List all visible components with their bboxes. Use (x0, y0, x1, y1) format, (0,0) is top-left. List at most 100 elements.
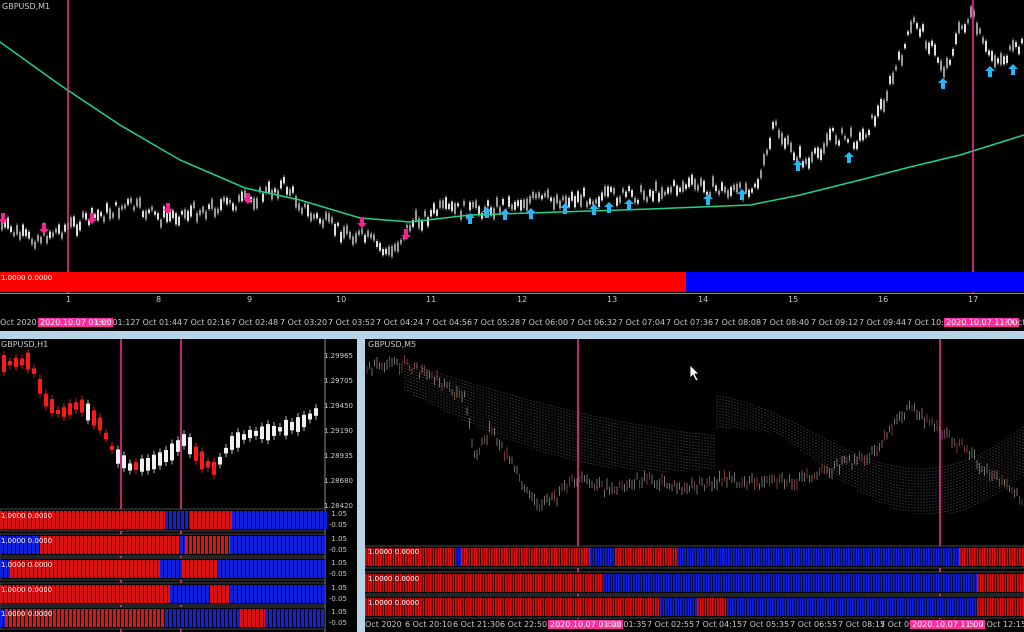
indicator-bar (250, 560, 253, 578)
indicator-bar (164, 585, 167, 603)
indicator-bar (526, 548, 528, 566)
candle-body (991, 50, 993, 61)
indicator-bar (908, 574, 910, 592)
bottom-left-chart-panel[interactable]: GBPUSD,H1 1.29965 1.29705 1.29450 1.2919… (0, 339, 357, 632)
indicator-bar (840, 574, 843, 592)
candle-body (646, 197, 648, 202)
price-tick: 1.29190 (324, 427, 353, 435)
price-tick: 1.29965 (324, 352, 353, 360)
indicator-bar (442, 574, 445, 592)
candle-body (940, 60, 942, 71)
horizontal-splitter[interactable] (0, 331, 1024, 339)
indicator-bar (828, 548, 830, 566)
candle-body (194, 446, 198, 461)
candle-body (559, 200, 561, 209)
indicator-bar (294, 536, 297, 554)
indicator-bar (833, 548, 835, 566)
indicator-bar (64, 536, 67, 554)
candle-body (811, 152, 813, 162)
indicator-bar (125, 609, 128, 627)
indicator-bar (530, 598, 532, 616)
indicator-bar (512, 598, 515, 616)
indicator-bar (945, 574, 948, 592)
indicator-bar (850, 574, 853, 592)
candle-body (19, 232, 21, 240)
indicator-bar (466, 548, 468, 566)
indicator-bar (467, 598, 470, 616)
indicator-bar (994, 574, 997, 592)
candle-body (298, 203, 300, 211)
indicator-bar (837, 598, 839, 616)
vertical-splitter[interactable] (357, 339, 365, 632)
indicator-bar (819, 598, 822, 616)
indicator-bar (270, 536, 273, 554)
indicator-bar (293, 609, 296, 627)
candle-body (223, 197, 225, 202)
br-chart-canvas[interactable] (365, 339, 1024, 632)
indicator-bar (670, 574, 673, 592)
indicator-bar (278, 560, 281, 578)
indicator-bar (758, 574, 760, 592)
indicator-bar (201, 609, 204, 627)
indicator-bar (132, 585, 135, 603)
indicator-bar (310, 560, 313, 578)
indicator-bar (302, 536, 305, 554)
indicator-bar (945, 548, 948, 566)
indicator-bar (238, 585, 241, 603)
candle-body (946, 57, 948, 69)
candle-body (205, 211, 207, 220)
candle-body (418, 218, 420, 229)
day-tick: 14 (698, 295, 709, 304)
indicator-bar (867, 598, 869, 616)
indicator-bar (884, 598, 887, 616)
candle-body (62, 407, 66, 417)
indicator-bar (298, 585, 301, 603)
indicator-bar (447, 598, 450, 616)
indicator-bar (264, 511, 267, 529)
indicator-bar (210, 585, 213, 603)
indicator-bar (665, 574, 668, 592)
indicator-bar (992, 574, 994, 592)
bl-chart-canvas[interactable] (0, 339, 357, 632)
indicator-bar (657, 548, 660, 566)
candle-body (139, 197, 141, 208)
indicator-bar (799, 598, 802, 616)
time-tick: 7 Oct 09:44 (859, 318, 907, 327)
indicator-bar (830, 574, 833, 592)
indicator-bar (573, 548, 576, 566)
indicator-bar (996, 548, 999, 566)
indicator-bar (894, 598, 897, 616)
indicator-bar (440, 598, 442, 616)
indicator-bar (314, 536, 317, 554)
indicator-bar (774, 598, 777, 616)
indicator-bar (202, 560, 205, 578)
indicator-bar (88, 536, 91, 554)
candle-body (80, 399, 84, 413)
indicator-bar (928, 574, 930, 592)
indicator-bar (226, 585, 229, 603)
indicator-bar (994, 598, 997, 616)
top-chart-canvas[interactable] (0, 0, 1024, 331)
indicator-bar (698, 574, 700, 592)
indicator-bar (550, 598, 552, 616)
indicator-bar (1009, 548, 1011, 566)
bottom-right-chart-panel[interactable]: GBPUSD,M5 1.0000 0.0000 1.0000 0.0000 1.… (365, 339, 1024, 632)
time-tick: Oct 01:35 (607, 620, 647, 629)
indicator-bar (743, 574, 745, 592)
indicator-bar (471, 548, 473, 566)
indicator-bar (913, 548, 915, 566)
candle-body (176, 440, 180, 452)
indicator-bar (999, 574, 1002, 592)
indicator-bar (1011, 548, 1014, 566)
top-chart-panel[interactable]: GBPUSD,M1 1.0000 0.0000 1 8 9 10 11 12 1… (0, 0, 1024, 331)
candle-body (712, 176, 714, 187)
indicator-bar (689, 548, 692, 566)
candle-body (74, 402, 78, 410)
candle-body (349, 231, 351, 239)
indicator-bar (472, 574, 475, 592)
candle-body (295, 196, 297, 208)
candle-body (268, 181, 270, 193)
indicator-bar (538, 548, 541, 566)
indicator-bar (947, 598, 949, 616)
indicator-bar (864, 598, 867, 616)
